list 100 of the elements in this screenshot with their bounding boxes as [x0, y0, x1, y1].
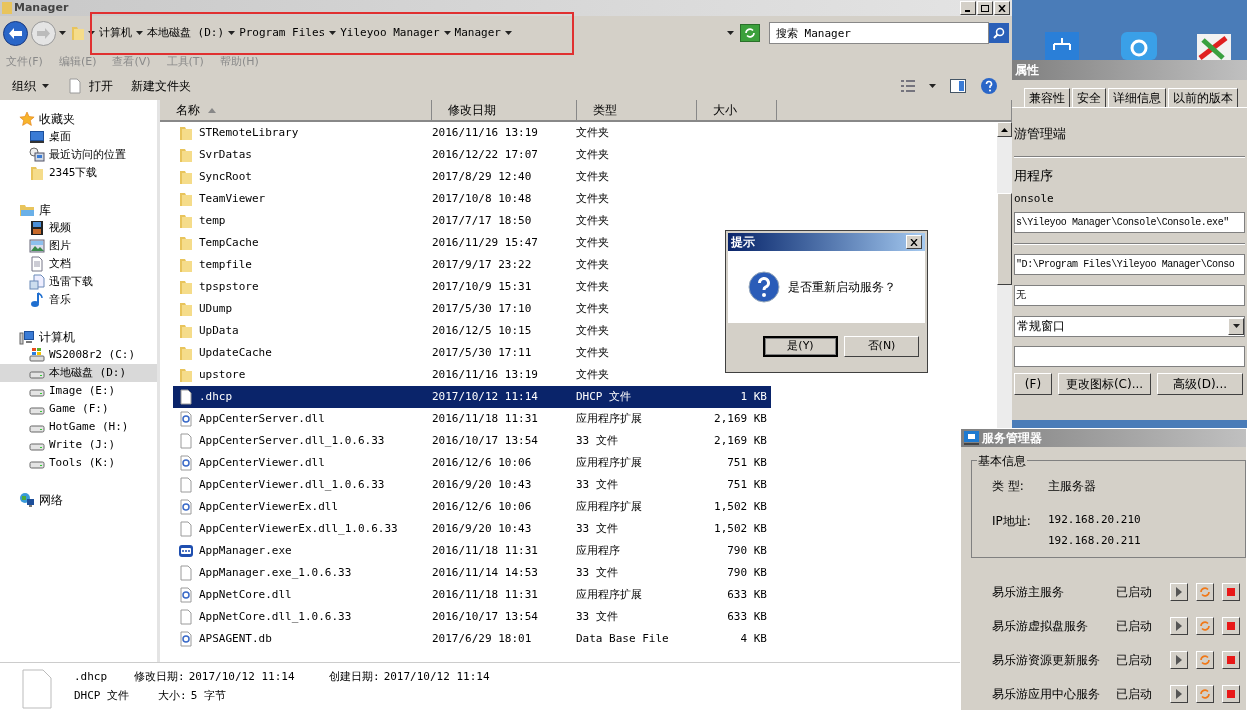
table-cell-text: 2016/11/18 11:31	[432, 410, 539, 427]
file-name: UpData	[199, 322, 239, 339]
table-cell-text: Data Base File	[576, 630, 670, 647]
file-name: UDump	[199, 300, 233, 317]
nav-item-label: WS2008r2 (C:)	[49, 346, 136, 363]
table-cell-text: 2017/5/30 17:11	[432, 344, 533, 361]
table-cell-text: 751 KB	[727, 454, 768, 471]
table-cell-text: 文件夹	[576, 124, 610, 141]
file-name: STRemoteLibrary	[199, 124, 299, 141]
service-name: 易乐游主服务	[992, 583, 1065, 601]
table-cell-text: 文件夹	[576, 344, 610, 361]
file-name: AppCenterViewer.dll_1.0.6.33	[199, 476, 385, 493]
shortcut-name: 游管理端	[1014, 125, 1067, 143]
modified-label: 修改日期:	[134, 669, 185, 685]
column-label: 大小	[713, 102, 737, 119]
file-name: AppNetCore.dll_1.0.6.33	[199, 608, 352, 625]
table-cell-text: 33 文件	[576, 476, 619, 493]
table-cell-text: 33 文件	[576, 608, 619, 625]
table-cell-text: 1,502 KB	[714, 520, 768, 537]
nav-item-label: 桌面	[49, 128, 71, 145]
table-cell-text: 33 文件	[576, 564, 619, 581]
table-cell-text: 751 KB	[727, 476, 768, 493]
service-name: 易乐游虚拟盘服务	[992, 617, 1089, 635]
target-type: 用程序	[1014, 166, 1054, 185]
table-cell-text: 文件夹	[576, 168, 610, 185]
table-cell-text: 文件夹	[576, 146, 610, 163]
nav-item-label: 视频	[49, 219, 71, 236]
table-cell-text: 2016/9/20 10:43	[432, 520, 533, 537]
column-label: 名称	[176, 102, 200, 119]
file-name: SvrDatas	[199, 146, 252, 163]
table-cell-text: 2016/10/17 13:54	[432, 432, 539, 449]
table-cell-text: 2017/8/29 12:40	[432, 168, 533, 185]
table-cell-text: 2017/5/30 17:10	[432, 300, 533, 317]
nav-item-label: 迅雷下载	[49, 273, 93, 290]
file-name: .dhcp	[199, 388, 233, 405]
file-name: AppCenterServer.dll	[199, 410, 325, 427]
nav-item-label: Image (E:)	[49, 382, 116, 399]
file-name: temp	[199, 212, 226, 229]
column-label: 类型	[593, 102, 617, 119]
nav-item-label: 音乐	[49, 291, 71, 308]
nav-item-label: Tools (K:)	[49, 454, 116, 471]
ip-address: 192.168.20.210	[1048, 512, 1142, 528]
table-cell-text: 2016/11/29 15:47	[432, 234, 539, 251]
nav-item-label: Game (F:)	[49, 400, 109, 417]
table-cell-text: 文件夹	[576, 300, 610, 317]
table-cell-text: 2017/9/17 23:22	[432, 256, 533, 273]
table-cell-text: 应用程序扩展	[576, 498, 643, 515]
table-cell-text: 33 文件	[576, 432, 619, 449]
table-cell-text: 2,169 KB	[714, 432, 768, 449]
service-status: 已启动	[1116, 685, 1154, 703]
table-cell-text: 1,502 KB	[714, 498, 768, 515]
file-name: upstore	[199, 366, 246, 383]
table-cell-text: 633 KB	[727, 608, 768, 625]
nav-item-label: HotGame (H:)	[49, 418, 129, 435]
table-cell-text: DHCP 文件	[576, 388, 633, 405]
file-name: AppCenterServer.dll_1.0.6.33	[199, 432, 385, 449]
table-cell-text: 2,169 KB	[714, 410, 768, 427]
table-cell-text: 2016/11/18 11:31	[432, 542, 539, 559]
window-title: 属性	[1015, 62, 1039, 79]
table-cell-text: 1 KB	[740, 388, 768, 405]
file-name: AppNetCore.dll	[199, 586, 292, 603]
table-cell-text: 2017/6/29 18:01	[432, 630, 533, 647]
target-location: onsole	[1014, 191, 1055, 207]
window-title: Manager	[14, 0, 69, 16]
file-name: APSAGENT.db	[199, 630, 272, 647]
file-name: tpspstore	[199, 278, 259, 295]
table-cell-text: 文件夹	[576, 190, 610, 207]
window-title: 服务管理器	[982, 430, 1042, 447]
file-name: AppManager.exe	[199, 542, 292, 559]
nav-item-label: 本地磁盘 (D:)	[49, 364, 127, 381]
table-cell-text: 790 KB	[727, 564, 768, 581]
created-label: 创建日期:	[329, 669, 380, 685]
table-cell-text: 文件夹	[576, 366, 610, 383]
table-cell-text: 2016/11/14 14:53	[432, 564, 539, 581]
table-cell-text: 2016/10/17 13:54	[432, 608, 539, 625]
table-cell-text: 2016/11/16 13:19	[432, 366, 539, 383]
type-label: 类 型:	[992, 478, 1025, 495]
run-select-value: 常规窗口	[1016, 318, 1066, 335]
table-cell-text: 2017/7/17 18:50	[432, 212, 533, 229]
nav-item-label: 文档	[49, 255, 71, 272]
table-cell-text: 4 KB	[740, 630, 768, 647]
service-name: 易乐游应用中心服务	[992, 685, 1101, 703]
table-cell-text: 应用程序	[576, 542, 621, 559]
table-cell-text: 2016/9/20 10:43	[432, 476, 533, 493]
size-label: 大小:	[158, 687, 187, 704]
nav-item-label: 2345下载	[49, 164, 98, 181]
file-name: AppManager.exe_1.0.6.33	[199, 564, 352, 581]
table-cell-text: 应用程序扩展	[576, 410, 643, 427]
file-name: UpdateCache	[199, 344, 272, 361]
service-status: 已启动	[1116, 617, 1154, 635]
nav-item-label: 最近访问的位置	[49, 146, 126, 163]
dialog-title: 提示	[731, 234, 755, 251]
table-cell-text: 2017/10/8 10:48	[432, 190, 533, 207]
service-name: 易乐游资源更新服务	[992, 651, 1101, 669]
file-type: DHCP 文件	[74, 687, 131, 704]
table-cell-text: 应用程序扩展	[576, 454, 643, 471]
table-cell-text: 文件夹	[576, 322, 610, 339]
nav-item-label: Write (J:)	[49, 436, 116, 453]
file-name: AppCenterViewerEx.dll_1.0.6.33	[199, 520, 398, 537]
file-name: AppCenterViewerEx.dll	[199, 498, 339, 515]
